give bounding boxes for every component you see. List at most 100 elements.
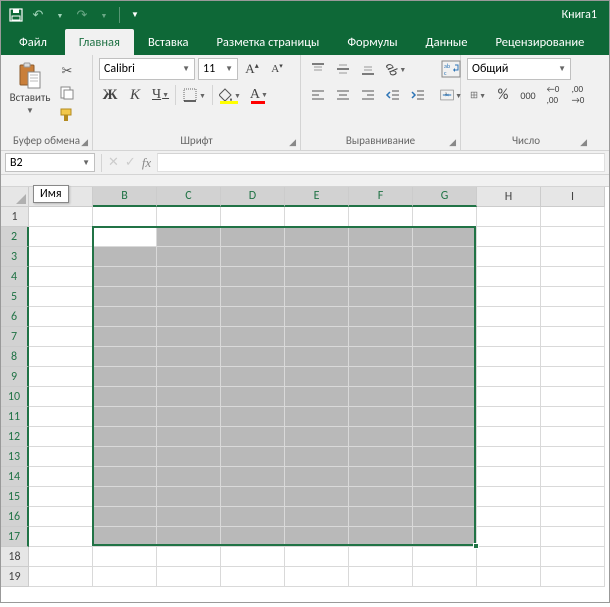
cell[interactable] (285, 267, 349, 287)
cell[interactable] (285, 567, 349, 587)
cell[interactable] (413, 407, 477, 427)
tab-page-layout[interactable]: Разметка страницы (202, 29, 333, 55)
cell[interactable] (29, 427, 93, 447)
cell[interactable] (93, 567, 157, 587)
bold-button[interactable]: Ж (99, 84, 121, 106)
tab-formulas[interactable]: Формулы (333, 29, 411, 55)
cell[interactable] (157, 447, 221, 467)
cell[interactable] (541, 227, 605, 247)
row-header-3[interactable]: 3 (1, 247, 29, 267)
cell[interactable] (221, 427, 285, 447)
column-header-E[interactable]: E (285, 187, 349, 207)
row-header-12[interactable]: 12 (1, 427, 29, 447)
cut-icon[interactable]: ✂ (57, 62, 77, 80)
align-bottom-button[interactable] (357, 58, 379, 80)
cell[interactable] (285, 447, 349, 467)
cell[interactable] (157, 387, 221, 407)
percent-button[interactable]: % (492, 84, 514, 106)
accounting-format-button[interactable]: ▼ (467, 84, 489, 106)
cell[interactable] (285, 307, 349, 327)
tab-data[interactable]: Данные (412, 29, 482, 55)
name-box[interactable]: B2 ▼ (5, 153, 95, 172)
cell[interactable] (477, 407, 541, 427)
font-size-combo[interactable]: 11 ▼ (198, 58, 238, 80)
cell[interactable] (413, 347, 477, 367)
row-header-4[interactable]: 4 (1, 267, 29, 287)
cell[interactable] (93, 407, 157, 427)
cell[interactable] (285, 427, 349, 447)
cell[interactable] (29, 467, 93, 487)
orientation-button[interactable]: ab▼ (382, 58, 409, 80)
row-header-5[interactable]: 5 (1, 287, 29, 307)
cell[interactable] (413, 367, 477, 387)
cell[interactable] (157, 527, 221, 547)
cell[interactable] (349, 327, 413, 347)
column-header-I[interactable]: I (541, 187, 605, 207)
cell[interactable] (157, 487, 221, 507)
cell[interactable] (157, 467, 221, 487)
cell[interactable] (157, 287, 221, 307)
cell[interactable] (157, 567, 221, 587)
cell[interactable] (221, 487, 285, 507)
cell[interactable] (221, 327, 285, 347)
fill-color-button[interactable]: ▼ (216, 84, 244, 106)
column-header-D[interactable]: D (221, 187, 285, 207)
cell[interactable] (29, 507, 93, 527)
italic-button[interactable]: К (124, 84, 146, 106)
cell[interactable] (413, 427, 477, 447)
cell[interactable] (477, 227, 541, 247)
cell[interactable] (349, 407, 413, 427)
cell[interactable] (285, 347, 349, 367)
cell[interactable] (477, 207, 541, 227)
number-format-combo[interactable]: Общий ▼ (467, 58, 571, 80)
cell[interactable] (221, 207, 285, 227)
cell[interactable] (413, 327, 477, 347)
cell[interactable] (349, 507, 413, 527)
decrease-font-button[interactable]: A▾ (266, 58, 288, 80)
column-header-F[interactable]: F (349, 187, 413, 207)
cell[interactable] (93, 247, 157, 267)
cell[interactable] (221, 387, 285, 407)
cell[interactable] (93, 487, 157, 507)
cell[interactable] (413, 287, 477, 307)
cell[interactable] (285, 327, 349, 347)
cell[interactable] (29, 327, 93, 347)
cell[interactable] (541, 547, 605, 567)
cell[interactable] (29, 387, 93, 407)
cell[interactable] (349, 447, 413, 467)
align-left-button[interactable] (307, 84, 329, 106)
qat-customize-icon[interactable]: ▼ (126, 6, 144, 24)
row-header-14[interactable]: 14 (1, 467, 29, 487)
cell[interactable] (29, 547, 93, 567)
save-icon[interactable] (7, 6, 25, 24)
cell[interactable] (349, 227, 413, 247)
cell[interactable] (157, 507, 221, 527)
cell[interactable] (477, 327, 541, 347)
cell[interactable] (541, 267, 605, 287)
cell[interactable] (29, 567, 93, 587)
cell[interactable] (541, 567, 605, 587)
align-center-button[interactable] (332, 84, 354, 106)
cell[interactable] (477, 347, 541, 367)
cell[interactable] (349, 367, 413, 387)
cell[interactable] (285, 487, 349, 507)
cell[interactable] (29, 247, 93, 267)
cell[interactable] (157, 427, 221, 447)
undo-icon[interactable]: ↶ (29, 6, 47, 24)
cell[interactable] (29, 367, 93, 387)
align-top-button[interactable] (307, 58, 329, 80)
paste-dropdown-icon[interactable]: ▼ (26, 106, 34, 116)
cell[interactable] (349, 307, 413, 327)
cell[interactable] (349, 427, 413, 447)
cell[interactable] (413, 527, 477, 547)
cell[interactable] (29, 527, 93, 547)
cell[interactable] (285, 547, 349, 567)
cell[interactable] (477, 267, 541, 287)
row-header-6[interactable]: 6 (1, 307, 29, 327)
row-header-13[interactable]: 13 (1, 447, 29, 467)
cell[interactable] (541, 467, 605, 487)
cell[interactable] (541, 347, 605, 367)
cell[interactable] (477, 387, 541, 407)
cell[interactable] (157, 247, 221, 267)
cell[interactable] (157, 367, 221, 387)
